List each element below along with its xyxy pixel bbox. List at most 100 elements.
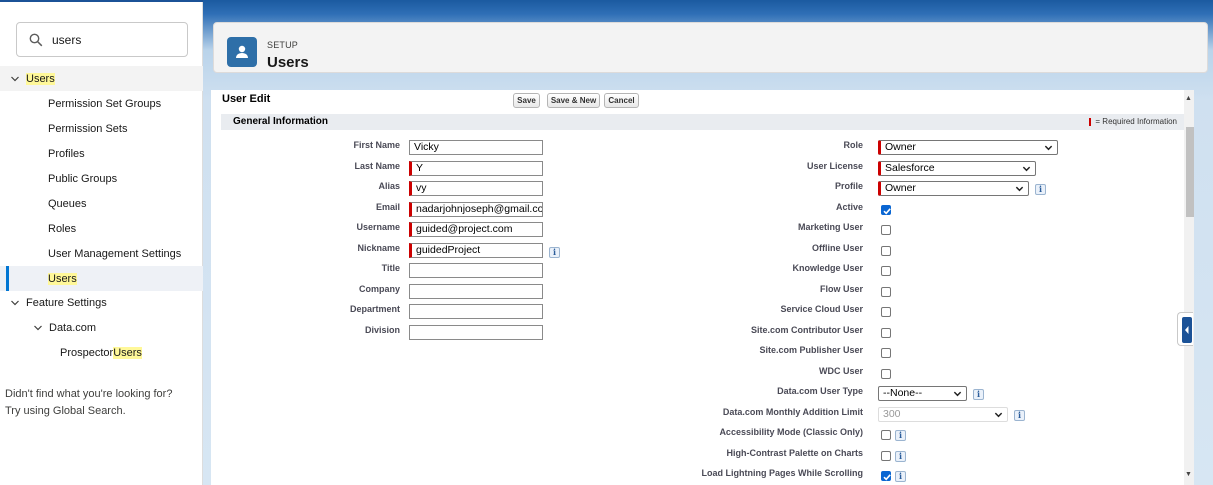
sidebar-item[interactable]: Permission Sets <box>0 116 203 141</box>
field-label: Data.com User Type <box>777 386 863 396</box>
select-dropdown[interactable]: --None-- <box>878 386 967 401</box>
field-label: Alias <box>378 181 400 191</box>
select-dropdown[interactable]: Owner <box>878 181 1029 196</box>
sidebar-item-label: Roles <box>48 222 77 235</box>
checkbox[interactable] <box>881 327 891 338</box>
dropdown-caret-icon <box>994 412 1003 417</box>
info-icon[interactable]: i <box>895 471 906 482</box>
chevron-down-icon[interactable] <box>10 74 20 84</box>
cancel-button[interactable]: Cancel <box>604 93 639 108</box>
field-label: Email <box>375 201 400 212</box>
sidebar-item-label: Permission Sets <box>48 122 128 135</box>
field-label: Company <box>358 283 400 294</box>
sidebar-item-label: Public Groups <box>48 172 118 185</box>
chevron-down-icon[interactable] <box>33 323 43 333</box>
sidebar-item[interactable]: Permission Set Groups <box>0 91 203 116</box>
chevron-down-icon[interactable] <box>10 298 20 308</box>
info-icon[interactable]: i <box>549 246 560 258</box>
sidebar-item[interactable]: Users <box>0 266 203 291</box>
sidebar-item[interactable]: Feature Settings <box>0 290 203 315</box>
sidebar-item[interactable]: User Management Settings <box>0 241 203 266</box>
field-label: Offline User <box>811 242 863 253</box>
field-label: Marketing User <box>797 222 863 232</box>
side-panel-toggle[interactable] <box>1177 312 1193 346</box>
panel-toggle-handle <box>1182 317 1192 343</box>
sidebar-item-label: Profiles <box>48 147 85 160</box>
sidebar-item-label: Feature Settings <box>26 296 107 309</box>
field-label: User License <box>806 160 863 171</box>
field-label: High-Contrast Palette on Charts <box>726 447 863 458</box>
header-kicker: SETUP <box>267 40 299 50</box>
sidebar-item-label: Permission Set Groups <box>48 97 162 110</box>
main-area: SETUP Users User Edit Save Save & New Ca… <box>203 0 1213 485</box>
field-label: WDC User <box>818 365 863 376</box>
section-header: General Information = Required Informati… <box>221 114 1184 130</box>
dropdown-caret-icon <box>1044 145 1053 151</box>
scroll-up-arrow[interactable]: ▲ <box>1185 95 1192 102</box>
text-input[interactable]: Y <box>409 160 543 176</box>
text-input[interactable]: vy <box>409 181 543 196</box>
checkbox[interactable] <box>881 225 891 235</box>
field-label: Role <box>843 140 863 150</box>
checkbox[interactable] <box>881 245 891 256</box>
scroll-down-arrow[interactable]: ▼ <box>1185 471 1192 478</box>
search-value: users <box>52 32 82 47</box>
no-results-line-1: Didn't find what you're looking for? <box>5 388 173 400</box>
field-label: Site.com Contributor User <box>750 324 863 335</box>
text-input[interactable] <box>409 304 543 319</box>
info-icon[interactable]: i <box>895 450 906 462</box>
select-dropdown[interactable]: Owner <box>878 140 1058 155</box>
field-label: Data.com Monthly Addition Limit <box>722 406 863 417</box>
sidebar-item[interactable]: Roles <box>0 216 203 241</box>
required-legend: = Required Information <box>1089 117 1177 126</box>
sidebar-item-label: Users <box>48 272 77 285</box>
sidebar-item[interactable]: Profiles <box>0 141 203 166</box>
search-match-highlight: Users <box>113 346 142 359</box>
select-dropdown[interactable]: Salesforce <box>878 160 1036 176</box>
text-input[interactable] <box>409 283 543 299</box>
info-icon[interactable]: i <box>895 430 906 441</box>
info-icon[interactable]: i <box>1014 409 1025 421</box>
setup-sidebar: users Users Permission Set Groups Permissi… <box>0 0 203 485</box>
dropdown-caret-icon <box>1022 166 1031 171</box>
sidebar-item[interactable]: Queues <box>0 191 203 216</box>
checkmark-icon <box>883 474 891 481</box>
text-input[interactable]: guided@project.com <box>409 222 543 237</box>
text-input[interactable] <box>409 324 543 340</box>
checkbox[interactable] <box>881 430 891 440</box>
select-value: Owner <box>885 141 916 153</box>
sidebar-item[interactable]: Prospector Users <box>0 340 203 365</box>
field-label: Service Cloud User <box>780 304 863 314</box>
sidebar-item[interactable]: Data.com <box>0 315 203 340</box>
checkbox[interactable] <box>881 266 891 276</box>
save-button[interactable]: Save <box>513 93 540 108</box>
checkbox[interactable] <box>881 348 891 358</box>
text-input[interactable] <box>409 263 543 278</box>
save-and-new-button[interactable]: Save & New <box>547 93 600 108</box>
field-label: Active <box>835 201 863 212</box>
info-icon[interactable]: i <box>973 389 984 400</box>
checkbox[interactable] <box>881 368 891 379</box>
checkbox[interactable] <box>881 307 891 317</box>
quick-find-input[interactable]: users <box>16 22 188 57</box>
page-title: Users <box>267 54 309 71</box>
text-input[interactable]: guidedProject <box>409 242 543 258</box>
no-results-message: Didn't find what you're looking for? Try… <box>5 386 172 420</box>
text-input[interactable]: Vicky <box>409 140 543 155</box>
info-icon[interactable]: i <box>1035 184 1046 195</box>
checkbox[interactable] <box>881 471 891 481</box>
checkbox[interactable] <box>881 286 891 297</box>
select-value: 300 <box>883 407 901 420</box>
sidebar-item[interactable]: Public Groups <box>0 166 203 191</box>
sidebar-item[interactable]: Users <box>0 66 203 91</box>
text-input[interactable]: nadarjohnjoseph@gmail.co <box>409 201 543 217</box>
select-value: Salesforce <box>885 161 935 174</box>
select-value: Owner <box>885 182 916 194</box>
user-icon <box>227 37 257 67</box>
checkbox[interactable] <box>881 204 891 215</box>
checkbox[interactable] <box>881 450 891 461</box>
scrollbar-thumb[interactable] <box>1186 127 1194 217</box>
required-legend-text: = Required Information <box>1095 117 1177 126</box>
field-label: Department <box>349 304 400 314</box>
field-label: Load Lightning Pages While Scrolling <box>701 468 863 478</box>
